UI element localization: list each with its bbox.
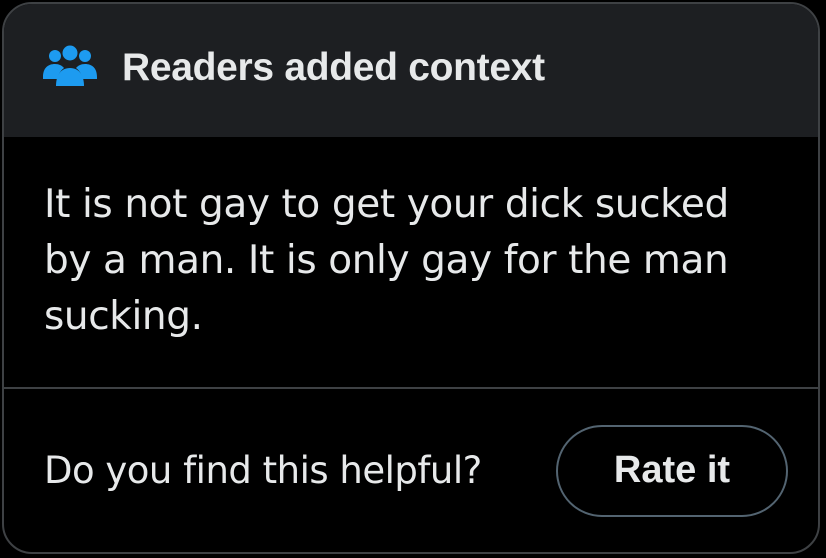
note-header: Readers added context	[4, 4, 818, 137]
note-body: It is not gay to get your dick sucked by…	[4, 137, 818, 389]
rate-it-button[interactable]: Rate it	[556, 424, 788, 517]
helpful-question: Do you find this helpful?	[44, 449, 482, 492]
note-footer: Do you find this helpful? Rate it	[4, 389, 818, 552]
community-note-card: Readers added context It is not gay to g…	[2, 2, 820, 554]
people-group-icon	[42, 45, 122, 93]
note-text: It is not gay to get your dick sucked by…	[44, 182, 729, 339]
note-header-title: Readers added context	[122, 45, 545, 89]
